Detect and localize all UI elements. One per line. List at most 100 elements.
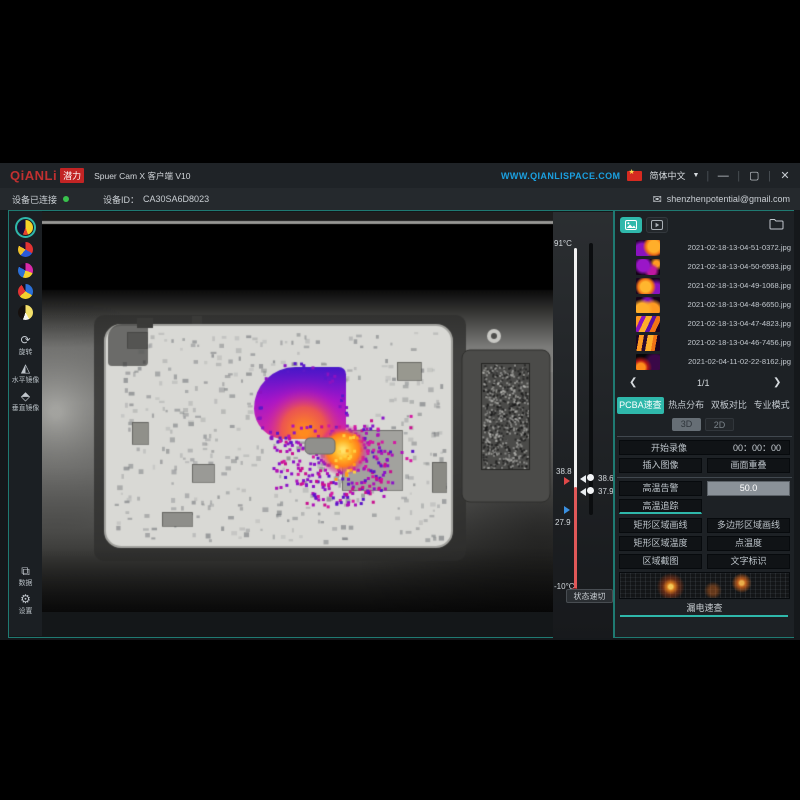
title-bar: QiANLi 潜力 Spuer Cam X 客户端 V10 WWW.QIANLI…: [0, 163, 800, 189]
tab-pcba-quickcheck[interactable]: PCBA速查: [617, 397, 664, 414]
palette-rainbow[interactable]: [18, 242, 33, 257]
high-marker-icon[interactable]: [564, 477, 570, 485]
record-button[interactable]: 开始录像: [620, 441, 718, 454]
insert-image-button[interactable]: 插入图像: [619, 458, 702, 473]
thumbnail: [636, 259, 660, 275]
mode-2d-button[interactable]: 2D: [705, 418, 734, 431]
mode-tabs: PCBA速查 热点分布 双板对比 专业模式: [617, 397, 792, 414]
range-high-arrow-icon[interactable]: [580, 475, 586, 483]
range-low-handle[interactable]: [587, 487, 594, 494]
app-title: Spuer Cam X 客户端 V10: [94, 170, 190, 182]
maximize-button[interactable]: ▢: [747, 169, 761, 182]
gallery-row[interactable]: 2021-02-18-13-04-48-6650.jpg: [621, 295, 791, 314]
scale-track-low[interactable]: [574, 487, 577, 593]
mirror-horizontal-icon: ◭: [9, 362, 42, 374]
data-button[interactable]: ⧉ 数据: [9, 565, 42, 588]
scale-max-label: 91°C: [554, 239, 572, 248]
minimize-button[interactable]: —: [716, 170, 730, 182]
frame-overlay-button[interactable]: 画面重叠: [707, 458, 790, 473]
mode-3d-button[interactable]: 3D: [672, 418, 701, 431]
low-marker-label: 27.9: [555, 518, 571, 527]
thumbnail: [636, 278, 660, 294]
app-window: QiANLi 潜力 Spuer Cam X 客户端 V10 WWW.QIANLI…: [0, 163, 800, 640]
leakage-quickcheck-button[interactable]: 漏电速查: [615, 601, 794, 614]
high-temp-tracking-button[interactable]: 高温追踪: [619, 499, 702, 514]
file-name: 2021-02-18-13-04-51-0372.jpg: [667, 243, 791, 252]
text-annotation-button[interactable]: 文字标识: [707, 554, 790, 569]
thumbnail: [636, 240, 660, 256]
mail-icon: ✉: [653, 193, 662, 206]
gallery-row[interactable]: 2021-02-04-11-02-22-8162.jpg: [621, 352, 791, 371]
file-name: 2021-02-18-13-04-49-1068.jpg: [667, 281, 791, 290]
data-label: 数据: [10, 577, 40, 587]
video-icon: [651, 220, 663, 230]
palette-spectrum[interactable]: [18, 263, 33, 278]
palette-amber[interactable]: [18, 305, 33, 320]
rotate-label: 旋转: [10, 346, 40, 356]
settings-label: 设置: [10, 605, 40, 615]
screen: QiANLi 潜力 Spuer Cam X 客户端 V10 WWW.QIANLI…: [0, 0, 800, 800]
high-marker-label: 38.8: [556, 467, 572, 476]
rotate-button[interactable]: ⟳ 旋转: [9, 334, 42, 357]
gallery-row[interactable]: 2021-02-18-13-04-51-0372.jpg: [621, 238, 791, 257]
leakage-underline: [620, 615, 788, 617]
record-row[interactable]: 开始录像 00：00：00: [619, 440, 790, 455]
thumbnail: [636, 297, 660, 313]
website-link[interactable]: WWW.QIANLISPACE.COM: [501, 171, 620, 181]
gallery-row[interactable]: 2021-02-18-13-04-50-6593.jpg: [621, 257, 791, 276]
low-marker-icon[interactable]: [564, 506, 570, 514]
left-toolbar: ⟳ 旋转 ◭ 水平镜像 ⬘ 垂直镜像 ⧉ 数据 ⚙ 设置: [9, 211, 42, 636]
gallery-row[interactable]: 2021-02-18-13-04-46-7456.jpg: [621, 333, 791, 352]
close-button[interactable]: ✕: [778, 169, 792, 182]
gallery-next-button[interactable]: ❯: [773, 377, 781, 388]
polygon-region-line-button[interactable]: 多边形区域画线: [707, 518, 790, 533]
rect-region-temp-button[interactable]: 矩形区域温度: [619, 536, 702, 551]
file-name: 2021-02-04-11-02-22-8162.jpg: [667, 357, 791, 366]
leakage-banner-image[interactable]: [619, 572, 790, 599]
language-selector[interactable]: 简体中文: [649, 169, 685, 182]
gallery-row[interactable]: 2021-02-18-13-04-49-1068.jpg: [621, 276, 791, 295]
record-timer: 00：00：00: [718, 441, 789, 454]
thumbnail: [636, 316, 660, 332]
thumbnail: [636, 335, 660, 351]
palette-iron[interactable]: [18, 220, 33, 235]
device-id-value: CA30SA6D8023: [143, 194, 209, 204]
thermal-image-view[interactable]: [42, 212, 553, 612]
range-low-label: 37.9: [598, 487, 614, 496]
tab-hotspot-distribution[interactable]: 热点分布: [666, 397, 707, 414]
image-icon: [625, 220, 637, 230]
brand-badge: 潜力: [60, 168, 84, 183]
connection-status: 设备已连接: [12, 193, 57, 206]
settings-button[interactable]: ⚙ 设置: [9, 593, 42, 616]
gallery-row[interactable]: 2021-02-18-13-04-47-4823.jpg: [621, 314, 791, 333]
brand-logo: QiANLi: [10, 168, 57, 183]
state-switch-button[interactable]: 状态速切: [566, 589, 613, 603]
range-high-handle[interactable]: [587, 474, 594, 481]
thumbnail: [636, 354, 660, 370]
tab-dual-board-compare[interactable]: 双板对比: [709, 397, 750, 414]
mirror-horizontal-label: 水平镜像: [10, 374, 40, 384]
file-name: 2021-02-18-13-04-48-6650.jpg: [667, 300, 791, 309]
alarm-threshold-input[interactable]: 50.0: [707, 481, 790, 496]
palette-cool[interactable]: [18, 284, 33, 299]
open-folder-button[interactable]: [769, 218, 784, 230]
high-temp-alarm-button[interactable]: 高温告警: [619, 481, 702, 496]
gallery-page-indicator: 1/1: [697, 378, 710, 388]
data-layers-icon: ⧉: [9, 565, 42, 577]
device-id-label: 设备ID：: [103, 193, 139, 206]
point-temp-button[interactable]: 点温度: [707, 536, 790, 551]
status-bar: 设备已连接 设备ID： CA30SA6D8023 ✉ shenzhenpoten…: [0, 188, 800, 210]
mirror-horizontal-button[interactable]: ◭ 水平镜像: [9, 362, 42, 385]
tab-professional-mode[interactable]: 专业模式: [751, 397, 792, 414]
settings-gear-icon: ⚙: [9, 593, 42, 605]
gallery-prev-button[interactable]: ❮: [629, 377, 637, 388]
image-gallery-tab[interactable]: [620, 217, 642, 233]
chevron-down-icon[interactable]: ▼: [692, 172, 699, 179]
right-panel: 2021-02-18-13-04-51-0372.jpg 2021-02-18-…: [615, 211, 794, 637]
region-screenshot-button[interactable]: 区域截图: [619, 554, 702, 569]
video-gallery-tab[interactable]: [646, 217, 668, 233]
folder-icon: [769, 218, 784, 230]
mirror-vertical-button[interactable]: ⬘ 垂直镜像: [9, 390, 42, 413]
range-low-arrow-icon[interactable]: [580, 488, 586, 496]
rect-region-line-button[interactable]: 矩形区域画线: [619, 518, 702, 533]
